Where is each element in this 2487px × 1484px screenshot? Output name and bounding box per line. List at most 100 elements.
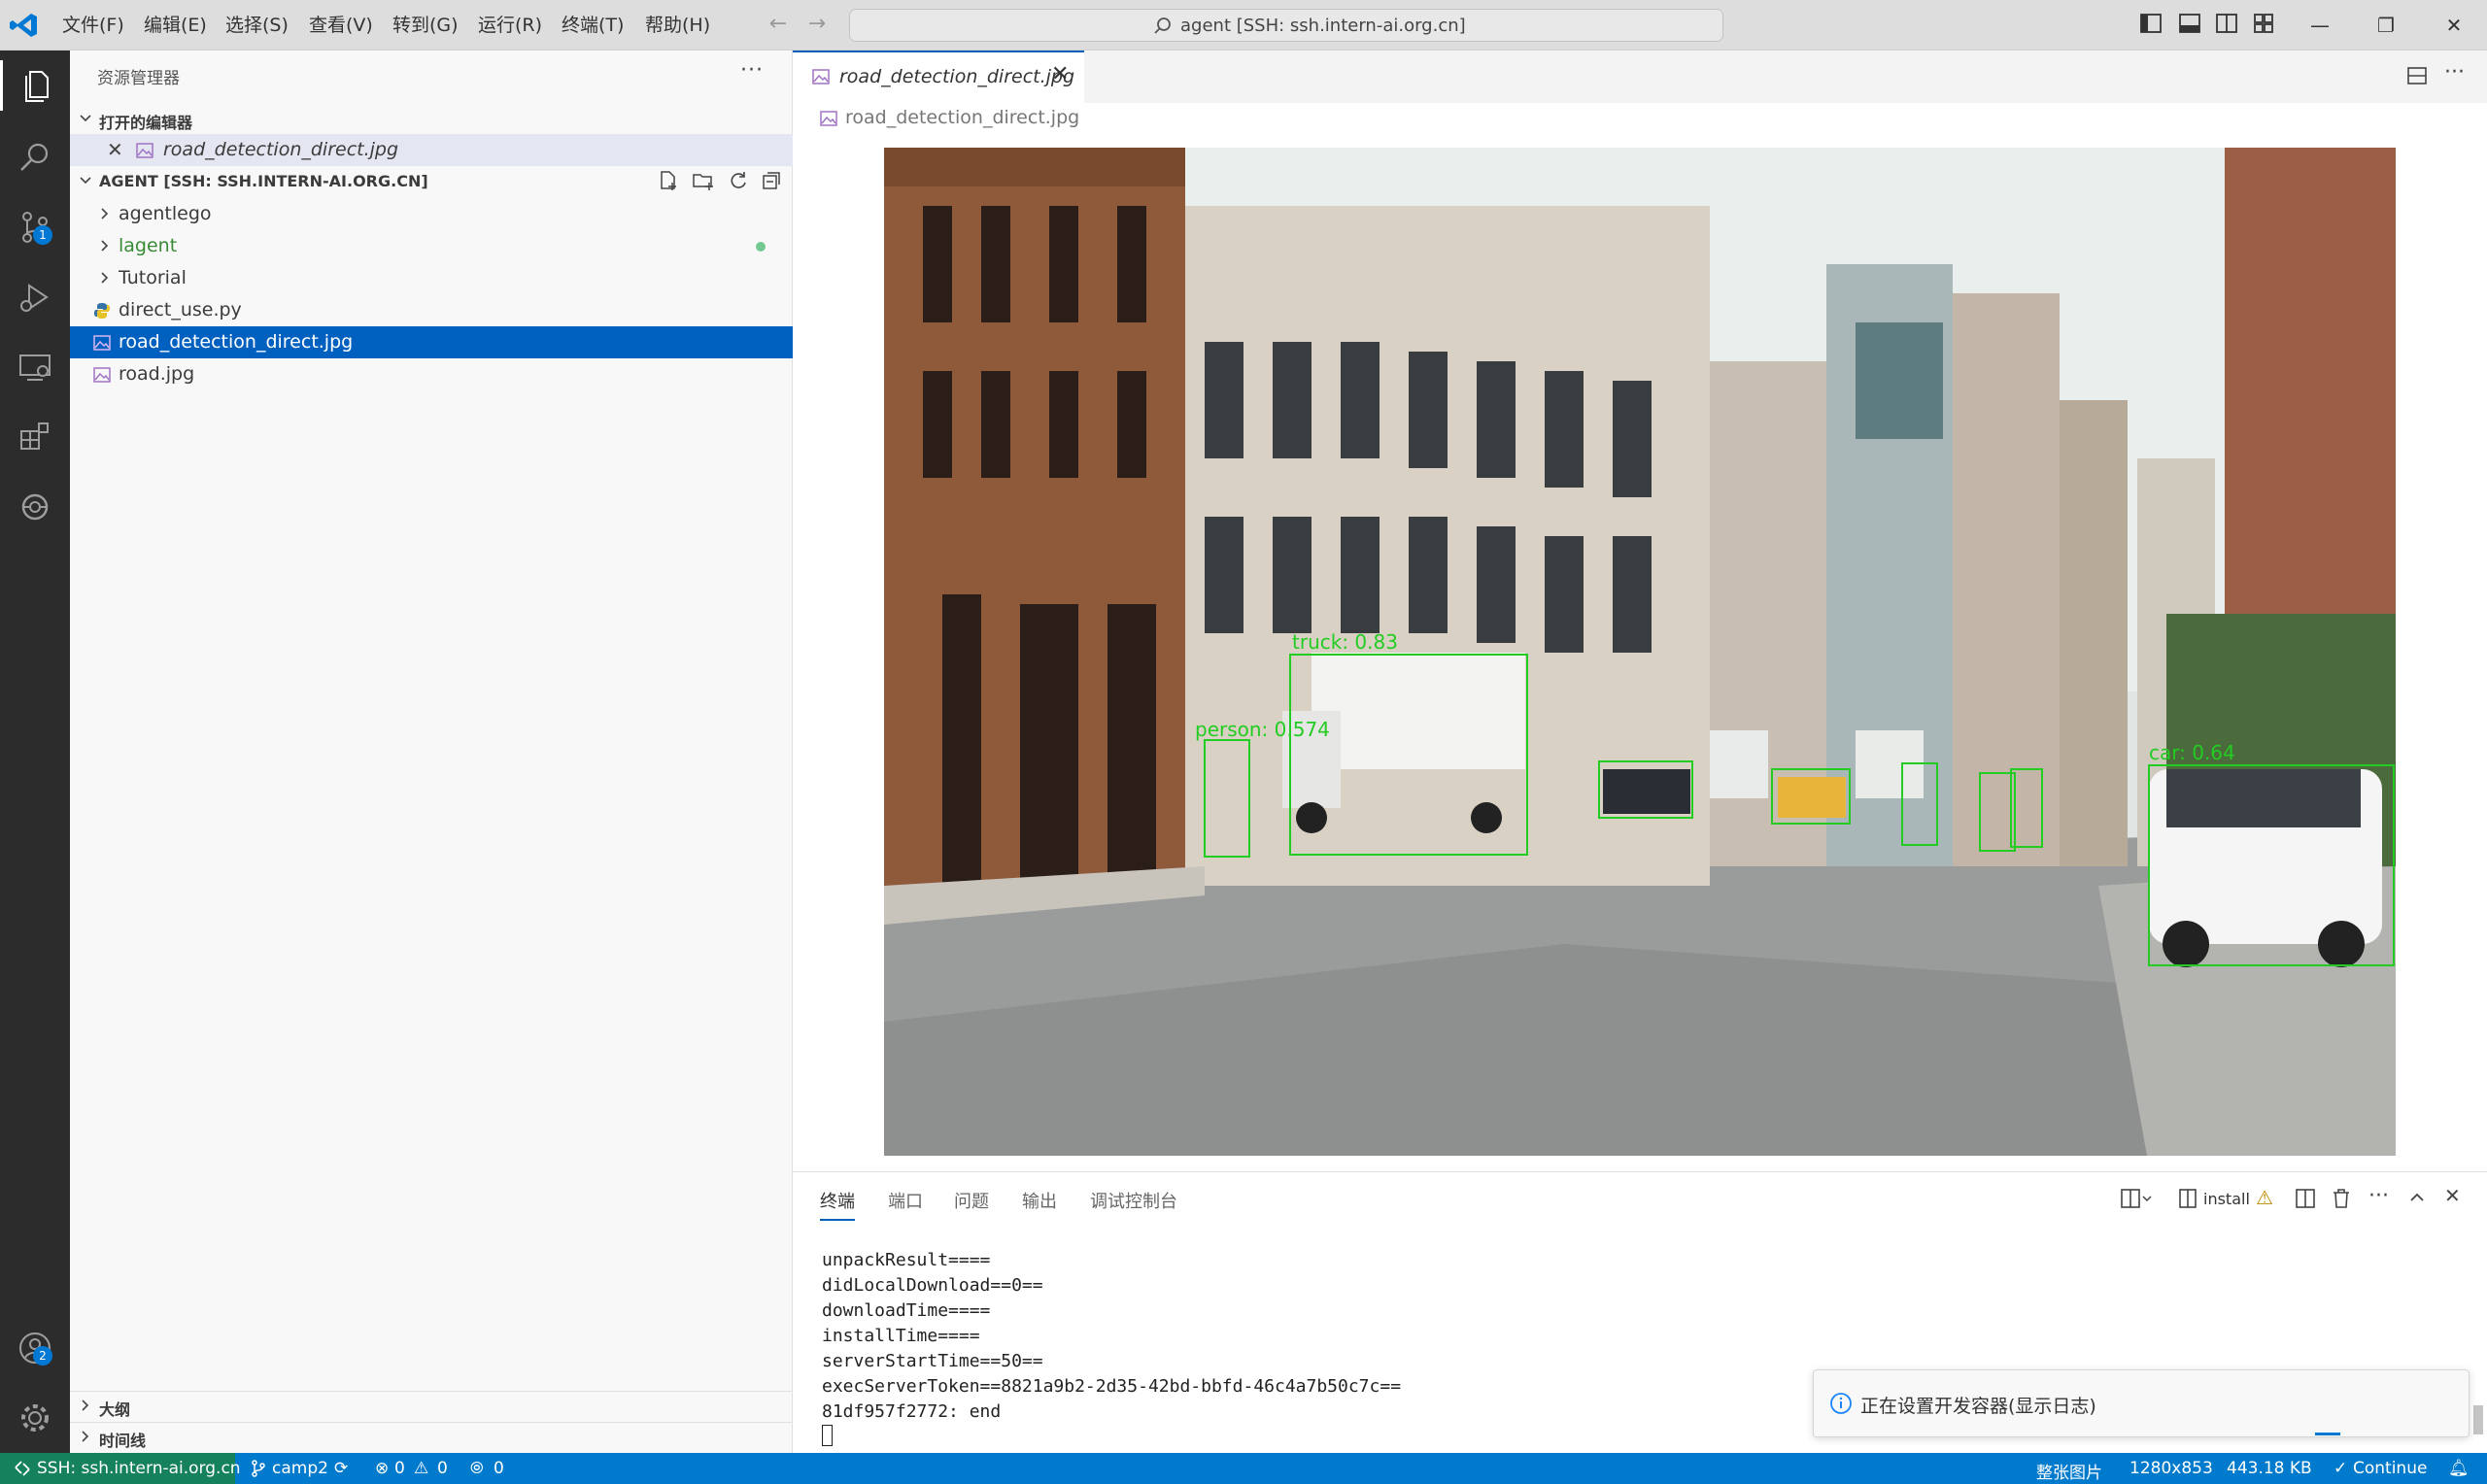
open-editors-section[interactable]: 打开的编辑器 xyxy=(70,105,793,134)
panel-tab-debug-console[interactable]: 调试控制台 xyxy=(1090,1188,1177,1213)
terminal-line: downloadTime==== xyxy=(822,1300,991,1321)
menu-selection[interactable]: 选择(S) xyxy=(225,13,289,38)
notification-text[interactable]: 正在设置开发容器(显示日志) xyxy=(1860,1392,2096,1418)
chevron-right-icon xyxy=(97,206,113,221)
menu-run[interactable]: 运行(R) xyxy=(478,13,542,38)
refresh-icon[interactable] xyxy=(727,169,750,192)
python-file-icon xyxy=(93,302,111,320)
sync-icon[interactable]: ⟳ xyxy=(334,1459,348,1478)
branch-name[interactable]: camp2 xyxy=(272,1459,328,1478)
more-actions-icon[interactable]: ··· xyxy=(740,58,764,83)
run-debug-icon[interactable] xyxy=(10,272,60,322)
toggle-panel-icon[interactable] xyxy=(2178,12,2205,39)
branch-icon xyxy=(251,1460,266,1477)
tree-item-lagent[interactable]: lagent xyxy=(70,230,793,262)
progress-indicator xyxy=(2315,1433,2340,1435)
close-window-icon[interactable]: ✕ xyxy=(2435,10,2473,41)
outline-section[interactable]: 大纲 xyxy=(70,1391,793,1420)
tree-item-label: agentlego xyxy=(119,203,212,224)
image-zoom[interactable]: 整张图片 xyxy=(2036,1459,2102,1483)
back-arrow-icon[interactable]: ← xyxy=(764,10,793,39)
source-control-badge: 1 xyxy=(33,225,52,245)
tree-item-direct-use-py[interactable]: direct_use.py xyxy=(70,294,793,326)
menu-view[interactable]: 查看(V) xyxy=(309,13,373,38)
source-control-icon[interactable]: 1 xyxy=(10,202,60,253)
ports-count[interactable]: 0 xyxy=(494,1459,504,1478)
customize-layout-icon[interactable] xyxy=(2252,12,2279,39)
split-terminal-icon[interactable] xyxy=(2295,1188,2316,1209)
copilot-icon[interactable] xyxy=(10,482,60,532)
remote-explorer-icon[interactable] xyxy=(10,342,60,392)
image-dimensions: 1280x853 xyxy=(2129,1459,2213,1478)
toggle-secondary-sidebar-icon[interactable] xyxy=(2215,12,2242,39)
terminal-name[interactable]: install xyxy=(2203,1190,2250,1208)
forward-arrow-icon[interactable]: → xyxy=(802,10,832,39)
terminal-scrollbar[interactable] xyxy=(2473,1250,2483,1444)
minimize-icon[interactable]: — xyxy=(2300,10,2339,41)
tree-item-road-detection-direct-jpg[interactable]: road_detection_direct.jpg xyxy=(70,326,793,358)
editor-area: road_detection_direct.jpg ✕ ··· road_det… xyxy=(793,51,2487,1171)
warnings-count[interactable]: 0 xyxy=(437,1459,448,1478)
remote-indicator[interactable]: SSH: ssh.intern-ai.org.cn xyxy=(0,1453,241,1484)
command-center-search[interactable]: agent [SSH: ssh.intern-ai.org.cn] xyxy=(849,9,1723,42)
image-filesize: 443.18 KB xyxy=(2227,1459,2312,1478)
collapse-all-icon[interactable] xyxy=(760,169,783,192)
ports-icon[interactable]: ⦾ xyxy=(470,1459,484,1478)
terminal-cursor[interactable] xyxy=(822,1425,833,1446)
timeline-label: 时间线 xyxy=(99,1432,147,1450)
continue-label[interactable]: Continue xyxy=(2353,1459,2427,1478)
restore-icon[interactable]: ❐ xyxy=(2367,10,2405,41)
new-terminal-split-icon[interactable] xyxy=(2120,1188,2153,1209)
extensions-icon[interactable] xyxy=(10,412,60,462)
explorer-title: 资源管理器 xyxy=(97,69,180,88)
tree-item-tutorial[interactable]: Tutorial xyxy=(70,262,793,294)
close-editor-icon[interactable]: ✕ xyxy=(107,138,123,161)
chevron-right-icon xyxy=(97,238,113,253)
search-icon[interactable] xyxy=(10,132,60,183)
panel-tab-terminal[interactable]: 终端 xyxy=(820,1188,855,1221)
new-folder-icon[interactable] xyxy=(692,169,715,192)
chevron-right-icon xyxy=(97,270,113,286)
accounts-icon[interactable]: 2 xyxy=(10,1323,60,1373)
breadcrumb-file: road_detection_direct.jpg xyxy=(845,107,1080,128)
breadcrumb[interactable]: road_detection_direct.jpg xyxy=(820,107,1079,128)
notification-toast[interactable]: 正在设置开发容器(显示日志) xyxy=(1813,1369,2470,1437)
status-bar: SSH: ssh.intern-ai.org.cn camp2 ⟳ ⊗ 0 ⚠ … xyxy=(0,1453,2487,1484)
toggle-primary-sidebar-icon[interactable] xyxy=(2139,12,2166,39)
open-editor-item[interactable]: ✕ road_detection_direct.jpg xyxy=(70,134,793,166)
continue-icon[interactable]: ✓ xyxy=(2334,1459,2347,1478)
errors-icon[interactable]: ⊗ xyxy=(375,1459,389,1478)
menu-help[interactable]: 帮助(H) xyxy=(645,13,710,38)
manage-gear-icon[interactable] xyxy=(10,1393,60,1443)
tree-item-label: direct_use.py xyxy=(119,299,242,320)
new-file-icon[interactable] xyxy=(657,169,680,192)
warnings-icon[interactable]: ⚠ xyxy=(414,1459,428,1478)
menu-file[interactable]: 文件(F) xyxy=(62,13,124,38)
panel-more-actions-icon[interactable]: ··· xyxy=(2368,1184,2389,1208)
svg-text:car: 0.64: car: 0.64 xyxy=(2149,741,2235,764)
kill-terminal-icon[interactable] xyxy=(2332,1188,2351,1209)
close-tab-icon[interactable]: ✕ xyxy=(1051,62,1069,86)
menu-edit[interactable]: 编辑(E) xyxy=(144,13,207,38)
editor-more-actions-icon[interactable]: ··· xyxy=(2444,60,2465,84)
maximize-panel-icon[interactable] xyxy=(2407,1188,2427,1207)
menu-terminal[interactable]: 终端(T) xyxy=(562,13,624,38)
command-center-text: agent [SSH: ssh.intern-ai.org.cn] xyxy=(1180,16,1466,36)
panel-tab-ports[interactable]: 端口 xyxy=(888,1188,923,1213)
explorer-icon[interactable] xyxy=(0,60,70,111)
editor-tab[interactable]: road_detection_direct.jpg ✕ xyxy=(793,51,1084,103)
tree-item-label: Tutorial xyxy=(119,267,187,288)
workspace-label: AGENT [SSH: SSH.INTERN-AI.ORG.CN] xyxy=(99,172,428,190)
close-panel-icon[interactable]: ✕ xyxy=(2444,1184,2461,1207)
panel-tab-output[interactable]: 输出 xyxy=(1022,1188,1057,1213)
tree-item-road-jpg[interactable]: road.jpg xyxy=(70,358,793,390)
menu-go[interactable]: 转到(G) xyxy=(392,13,459,38)
tree-item-agentlego[interactable]: agentlego xyxy=(70,198,793,230)
timeline-section[interactable]: 时间线 xyxy=(70,1422,793,1451)
notifications-bell-icon[interactable]: 🔔︎ xyxy=(2448,1459,2470,1478)
errors-count[interactable]: 0 xyxy=(394,1459,405,1478)
panel-tab-problems[interactable]: 问题 xyxy=(954,1188,989,1213)
chevron-down-icon xyxy=(78,111,93,126)
workspace-section[interactable]: AGENT [SSH: SSH.INTERN-AI.ORG.CN] xyxy=(70,167,793,196)
split-editor-icon[interactable] xyxy=(2405,64,2429,87)
